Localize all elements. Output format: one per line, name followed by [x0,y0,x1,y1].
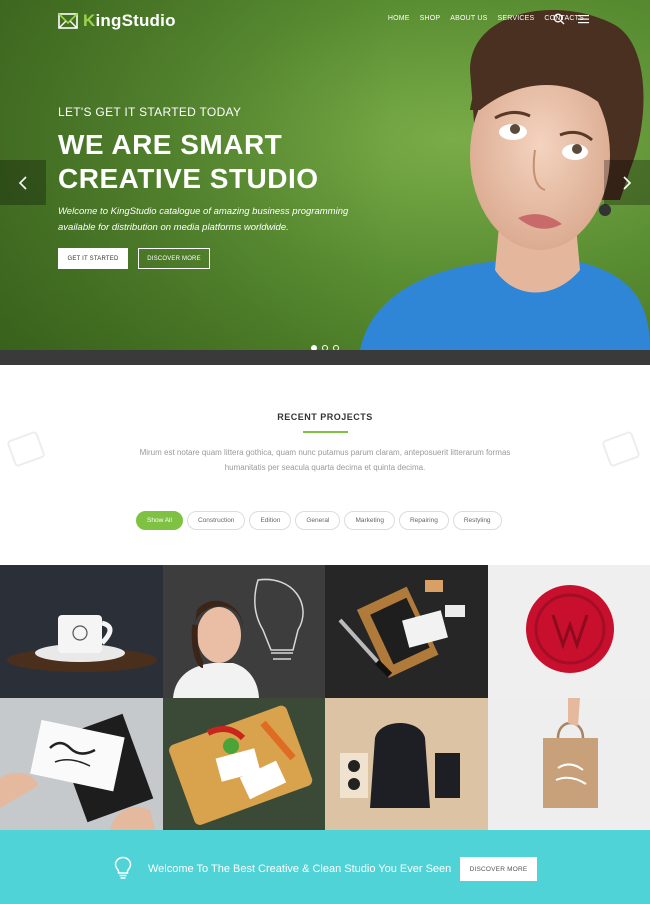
chevron-right-icon [623,175,632,190]
filter-show-all[interactable]: Show All [136,511,183,530]
watermark-icon [7,431,45,467]
project-tile-coffee-cup[interactable] [0,565,163,698]
filter-marketing[interactable]: Marketing [344,511,395,530]
lightbulb-icon [114,856,132,879]
project-tile-wax-seal[interactable] [488,565,650,698]
thanks-card-image [0,698,163,830]
cutting-board-image [163,698,325,830]
idea-woman-image [163,565,325,698]
hero-woman-image [360,10,650,350]
discover-more-button[interactable]: DISCOVER MORE [138,248,210,269]
project-tile-cutting-board[interactable] [163,698,325,830]
filter-repairing[interactable]: Repairing [398,511,449,530]
hero-kicker: LET'S GET IT STARTED TODAY [58,105,242,119]
nav-services[interactable]: SERVICES [498,15,535,22]
hamburger-menu-icon[interactable] [578,14,589,24]
portfolio-grid [0,565,650,830]
section-description: Mirum est notare quam littera gothica, q… [139,448,511,472]
search-icon[interactable] [553,13,565,25]
nav-about-us[interactable]: ABOUT US [450,15,487,22]
filter-general[interactable]: General [295,511,341,530]
project-tile-bag-tags[interactable] [325,698,488,830]
project-filters: Show All Construction Edition General Ma… [136,511,502,530]
paper-bag-image [488,698,650,830]
slider-prev-button[interactable] [0,160,46,205]
hero-bottom-strip [0,350,650,365]
nav-home[interactable]: HOME [388,15,410,22]
project-tile-stationery[interactable] [325,565,488,698]
nav-shop[interactable]: SHOP [420,15,441,22]
envelope-logo-icon [58,13,78,29]
project-tile-paper-bag[interactable] [488,698,650,830]
coffee-cup-image [0,565,163,698]
wax-seal-image [488,565,650,698]
filter-construction[interactable]: Construction [186,511,246,530]
slider-next-button[interactable] [604,160,650,205]
watermark-icon [602,431,640,467]
logo[interactable]: KingStudio [58,11,176,31]
filter-edition[interactable]: Edition [249,511,292,530]
title-underline [303,431,348,433]
cta-discover-more-button[interactable]: DISCOVER MORE [460,857,537,881]
hero-description: Welcome to KingStudio catalogue of amazi… [58,206,349,233]
get-it-started-button[interactable]: GET IT STARTED [58,248,128,269]
logo-text: KingStudio [83,11,176,30]
hero-title: WE ARE SMART CREATIVE STUDIO [58,129,319,194]
project-tile-thanks-card[interactable] [0,698,163,830]
section-title: RECENT PROJECTS [277,412,373,422]
bag-tags-image [325,698,488,830]
filter-restyling[interactable]: Restyling [452,511,502,530]
cta-text: Welcome To The Best Creative & Clean Stu… [148,863,452,875]
project-tile-idea-woman[interactable] [163,565,325,698]
chevron-left-icon [18,175,27,190]
hero-slider: KingStudio HOME SHOP ABOUT US SERVICES C… [0,0,650,350]
stationery-image [325,565,488,698]
